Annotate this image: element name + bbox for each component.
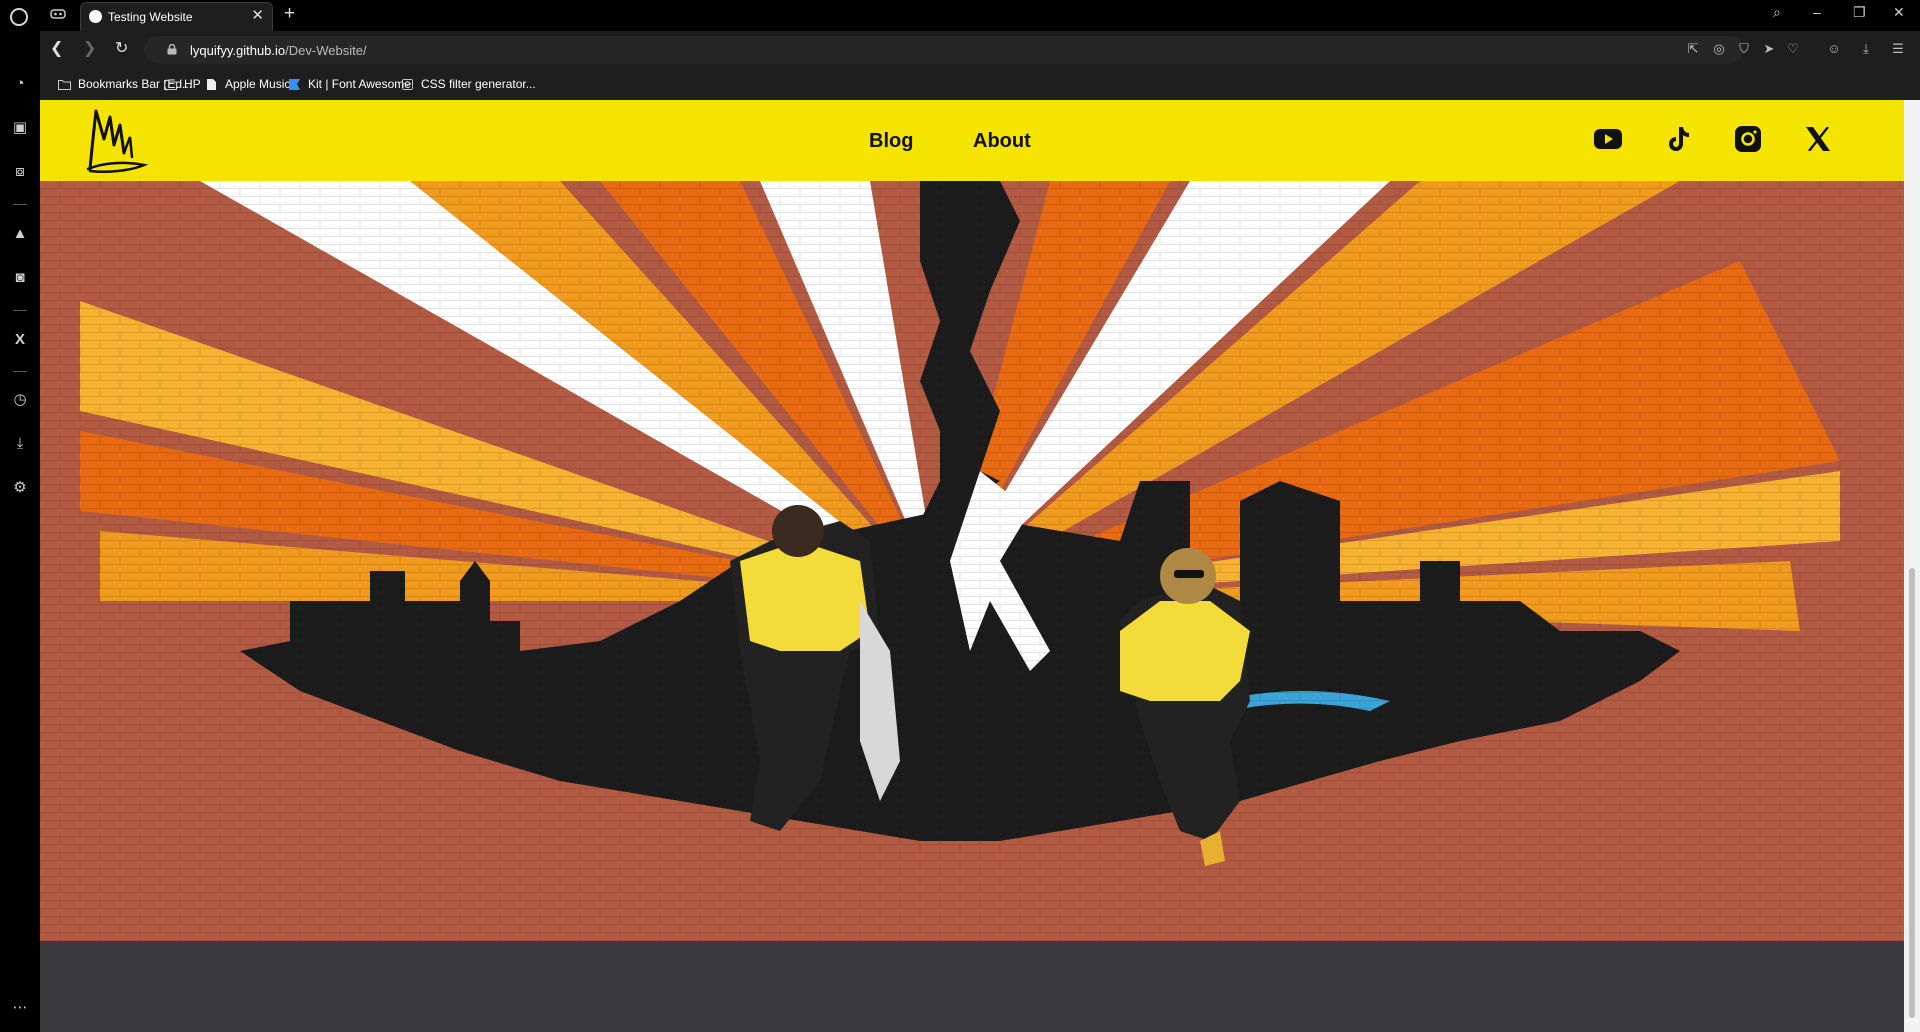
browser-sidebar: ◔ ▣ ⧇ ▲ ◙ X ◷ ⤓ ⚙ ⋯ <box>0 31 40 1032</box>
lock-icon <box>167 44 177 55</box>
bookmark-item[interactable]: Kit | Font Awesome <box>288 77 411 91</box>
downloads-icon[interactable]: ⤓ <box>11 435 29 453</box>
shopping-bag-icon[interactable]: ▣ <box>11 119 29 137</box>
share-icon[interactable]: ⇱ <box>1686 42 1700 56</box>
scroll-thumb[interactable] <box>1909 568 1915 1018</box>
site-logo[interactable] <box>84 107 148 177</box>
folder-icon <box>164 79 177 90</box>
page-viewport: Blog About <box>40 100 1920 1032</box>
heart-icon[interactable]: ♡ <box>1786 42 1800 56</box>
bookmarks-bar: Bookmarks Bar (Ed... HP Apple Music Kit … <box>40 69 1920 100</box>
tiktok-icon[interactable] <box>1663 124 1693 154</box>
codepen-icon <box>402 78 413 90</box>
tab-bar: Testing Website ✕ + ⌕ – ❐ ✕ <box>0 0 1920 31</box>
page-scrollbar[interactable] <box>1904 100 1920 1032</box>
x-icon[interactable]: X <box>11 331 29 349</box>
close-window-button[interactable]: ✕ <box>1893 5 1905 19</box>
folder-icon <box>58 79 71 90</box>
minimize-button[interactable]: – <box>1813 5 1821 19</box>
snapshot-icon[interactable]: ◎ <box>1712 42 1726 56</box>
nav-about-link[interactable]: About <box>973 130 1031 153</box>
close-tab-icon[interactable]: ✕ <box>251 8 264 23</box>
snapshot-icon[interactable]: ⧇ <box>11 163 29 181</box>
nav-blog-link[interactable]: Blog <box>869 130 913 153</box>
bookmark-item[interactable]: CSS filter generator... <box>401 77 536 91</box>
search-tabs-icon[interactable]: ⌕ <box>1773 5 1781 19</box>
speed-dial-icon[interactable]: ◔ <box>11 75 29 93</box>
forward-button[interactable]: ❯ <box>83 40 96 58</box>
hero-mural-image <box>40 181 1904 1032</box>
bookmark-item[interactable]: HP <box>164 77 201 91</box>
easy-setup-icon[interactable]: ☰ <box>1891 42 1905 56</box>
more-icon[interactable]: ⋯ <box>11 999 29 1017</box>
reload-button[interactable]: ↻ <box>115 40 128 58</box>
restore-button[interactable]: ❐ <box>1853 5 1866 19</box>
aria-icon[interactable]: ▲ <box>11 225 29 243</box>
address-bar: ❮ ❯ ↻ lyquifyy.github.io/Dev-Website/ ⇱ … <box>40 31 1920 69</box>
tab-islands-icon[interactable] <box>50 8 66 20</box>
opera-logo-icon[interactable] <box>10 8 28 26</box>
flag-icon <box>289 78 300 90</box>
youtube-icon[interactable] <box>1593 124 1623 154</box>
send-icon[interactable]: ➤ <box>1762 42 1776 56</box>
instagram-icon[interactable] <box>1733 124 1763 154</box>
tab-title: Testing Website <box>108 10 193 24</box>
profile-icon[interactable]: ☺ <box>1827 42 1841 56</box>
document-icon <box>207 78 216 90</box>
site-header: Blog About <box>40 100 1904 181</box>
x-icon[interactable] <box>1803 124 1833 154</box>
download-icon[interactable]: ⤓ <box>1859 42 1873 56</box>
new-tab-button[interactable]: + <box>284 4 295 23</box>
url-text: lyquifyy.github.io/Dev-Website/ <box>190 43 367 58</box>
github-favicon-icon <box>89 10 102 23</box>
url-field[interactable]: lyquifyy.github.io/Dev-Website/ <box>144 36 1744 64</box>
adblock-shield-icon[interactable]: ⛉ <box>1737 42 1751 56</box>
sidebar-divider <box>13 371 27 372</box>
history-icon[interactable]: ◷ <box>11 391 29 409</box>
back-button[interactable]: ❮ <box>50 40 63 58</box>
bookmark-item[interactable]: Apple Music <box>205 77 290 91</box>
brick-texture <box>40 181 1904 941</box>
sidebar-divider <box>13 204 27 205</box>
asphalt-ground <box>40 941 1904 1032</box>
sidebar-divider <box>13 310 27 311</box>
instagram-icon[interactable]: ◙ <box>11 269 29 287</box>
tab-active[interactable]: Testing Website ✕ <box>80 2 273 31</box>
settings-icon[interactable]: ⚙ <box>11 479 29 497</box>
